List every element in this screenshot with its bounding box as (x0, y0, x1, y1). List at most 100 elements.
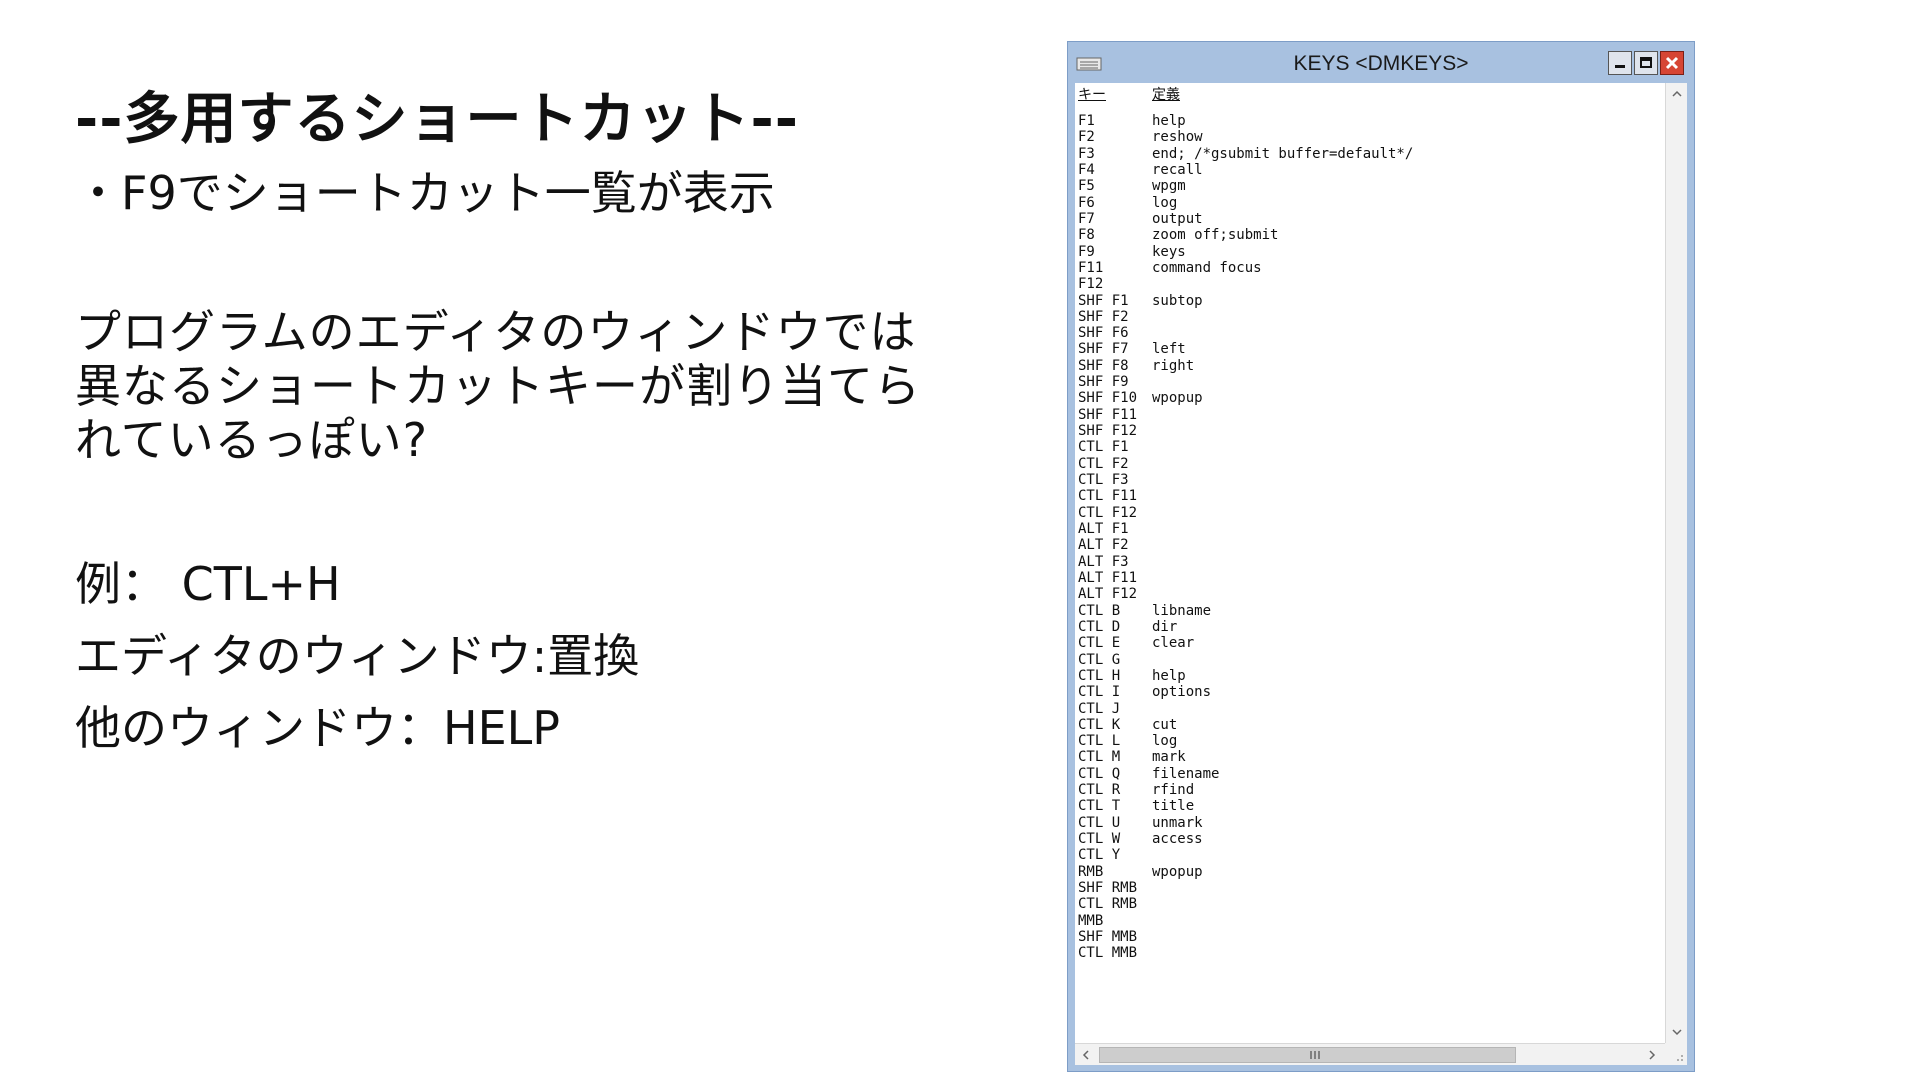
maximize-button[interactable] (1634, 51, 1658, 75)
chevron-left-icon (1082, 1050, 1089, 1060)
keys-window: KEYS <DMKEYS> キー 定義 F1 help F2 reshow F3… (1067, 41, 1695, 1072)
key-definition: rfind (1152, 782, 1195, 799)
key-name: SHF F9 (1078, 374, 1129, 391)
key-name: CTL D (1078, 618, 1121, 635)
key-name: CTL F3 (1078, 472, 1129, 489)
key-definition: right (1152, 357, 1195, 374)
key-definition: zoom off;submit (1152, 227, 1279, 244)
horizontal-scroll-thumb[interactable] (1099, 1047, 1516, 1063)
key-name: SHF F2 (1078, 308, 1129, 325)
key-name: ALT F1 (1078, 521, 1129, 537)
column-header-key: キー (1078, 87, 1106, 103)
key-definition: command focus (1152, 259, 1262, 276)
key-name: CTL L (1078, 733, 1121, 750)
paragraph-line: れているっぽい? (75, 413, 429, 467)
key-name: CTL B (1078, 602, 1121, 619)
key-definition: wpopup (1152, 390, 1203, 407)
key-name: SHF MMB (1078, 929, 1138, 945)
slide-paragraph: プログラムのエディタのウィンドウでは 異なるショートカットキーが割り当てら れて… (75, 305, 921, 467)
minimize-button[interactable] (1608, 51, 1632, 75)
key-name: CTL M (1078, 749, 1121, 766)
size-grip[interactable] (1665, 1043, 1687, 1065)
key-name: CTL E (1078, 635, 1121, 652)
key-name: F1 (1078, 113, 1095, 129)
window-titlebar[interactable]: KEYS <DMKEYS> (1068, 42, 1694, 82)
key-definition: filename (1152, 765, 1220, 782)
key-name: CTL J (1078, 700, 1121, 717)
key-definition-list: キー 定義 F1 help F2 reshow F3 end; /*gsubmit buf… (1078, 83, 1658, 1023)
scroll-right-button[interactable] (1641, 1044, 1663, 1065)
key-name: MMB (1078, 912, 1104, 929)
key-name: F9 (1078, 243, 1095, 260)
window-title: KEYS <DMKEYS> (1293, 52, 1469, 75)
key-name: SHF F12 (1078, 423, 1138, 440)
key-name: ALT F2 (1078, 537, 1129, 554)
key-name: F4 (1078, 161, 1095, 178)
horizontal-scrollbar[interactable] (1075, 1043, 1665, 1065)
key-name: ALT F11 (1078, 569, 1138, 586)
key-definition: log (1152, 733, 1178, 750)
key-name: SHF F6 (1078, 325, 1129, 342)
key-name: CTL Q (1078, 765, 1121, 782)
key-definition: reshow (1152, 129, 1203, 146)
key-definition: help (1152, 113, 1186, 129)
key-name: F5 (1078, 178, 1095, 195)
key-definition: left (1152, 341, 1186, 358)
key-definition: wpgm (1152, 178, 1186, 195)
key-name: SHF RMB (1078, 880, 1138, 897)
minimize-icon (1615, 65, 1625, 68)
key-definition: subtop (1152, 292, 1203, 309)
key-definition: clear (1152, 635, 1195, 652)
key-name: CTL R (1078, 782, 1121, 799)
column-header-definition: 定義 (1152, 87, 1180, 103)
example-line: エディタのウィンドウ:置換 (75, 629, 640, 683)
key-definition: cut (1152, 716, 1178, 733)
key-definition: access (1152, 831, 1203, 848)
key-name: F11 (1078, 259, 1104, 276)
key-name: F7 (1078, 210, 1095, 227)
chevron-up-icon (1672, 90, 1682, 97)
key-name: CTL F11 (1078, 488, 1138, 505)
chevron-down-icon (1672, 1029, 1682, 1036)
key-name: RMB (1078, 863, 1104, 880)
key-definition: recall (1152, 161, 1203, 178)
key-name: CTL G (1078, 651, 1121, 668)
slide-heading: --多用するショートカット-- (75, 87, 799, 152)
key-name: F6 (1078, 194, 1095, 211)
key-name: SHF F8 (1078, 357, 1129, 374)
scroll-down-button[interactable] (1666, 1021, 1687, 1043)
paragraph-line: 異なるショートカットキーが割り当てら (75, 359, 921, 413)
slide-subline: ・F9でショートカット一覧が表示 (75, 166, 775, 220)
key-name: F3 (1078, 145, 1095, 162)
key-name: CTL U (1078, 814, 1121, 831)
key-definition: unmark (1152, 814, 1203, 831)
example-line: 他のウィンドウ：HELP (75, 701, 561, 755)
key-name: CTL F1 (1078, 439, 1129, 456)
keys-client-area[interactable]: キー 定義 F1 help F2 reshow F3 end; /*gsubmit buf… (1075, 83, 1687, 1065)
maximize-icon (1640, 57, 1652, 68)
key-name: CTL T (1078, 798, 1121, 815)
grip-icon (1310, 1051, 1320, 1059)
key-definition: wpopup (1152, 863, 1203, 880)
key-definition: title (1152, 798, 1195, 815)
scroll-left-button[interactable] (1075, 1044, 1097, 1065)
key-name: F2 (1078, 129, 1095, 146)
vertical-scrollbar[interactable] (1665, 83, 1687, 1043)
key-name: CTL W (1078, 831, 1121, 848)
close-button[interactable] (1660, 51, 1684, 75)
example-line: 例： CTL+H (75, 557, 341, 611)
key-name: CTL MMB (1078, 945, 1138, 962)
key-name: SHF F7 (1078, 341, 1129, 358)
key-name: CTL F2 (1078, 455, 1129, 472)
scroll-up-button[interactable] (1666, 83, 1687, 105)
key-name: ALT F12 (1078, 586, 1138, 603)
key-name: F12 (1078, 276, 1104, 293)
chevron-right-icon (1649, 1050, 1656, 1060)
key-definition: libname (1152, 602, 1212, 619)
key-definition: help (1152, 667, 1186, 684)
key-name: SHF F10 (1078, 390, 1138, 407)
paragraph-line: プログラムのエディタのウィンドウでは (75, 305, 917, 359)
resize-grip-icon (1677, 1055, 1683, 1061)
key-name: CTL Y (1078, 847, 1121, 864)
key-definition: log (1152, 194, 1178, 211)
